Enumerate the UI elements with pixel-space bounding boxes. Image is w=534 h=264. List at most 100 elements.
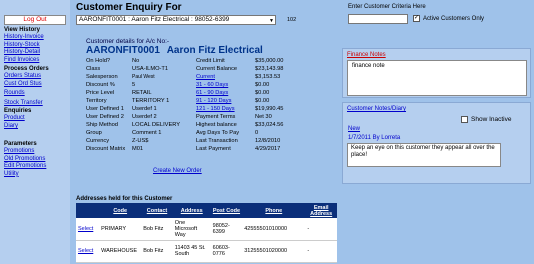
detail-label: Payment Terms bbox=[196, 114, 236, 120]
detail-value: 0 bbox=[255, 130, 259, 136]
nav-history-invoice[interactable]: History-Invoice bbox=[4, 34, 44, 41]
view-history-heading: View History bbox=[4, 27, 40, 33]
finance-notes-title[interactable]: Finance Notes bbox=[347, 52, 386, 58]
customer-select[interactable]: AARONFIT0001 : Aaron Fitz Electrical : 9… bbox=[76, 15, 276, 25]
nav-history-stock[interactable]: History-Stock bbox=[4, 42, 44, 49]
detail-value: $35,000.00 bbox=[255, 58, 284, 64]
sidebar: Log Out View History History-Invoice His… bbox=[0, 0, 70, 264]
detail-label: Discount % bbox=[86, 82, 115, 88]
aging-current-link[interactable]: Current bbox=[196, 74, 215, 80]
detail-value: $0.00 bbox=[255, 82, 270, 88]
nav-old-promotions[interactable]: Old Promotions bbox=[4, 156, 46, 163]
finance-notes-textarea[interactable]: finance note bbox=[347, 60, 527, 96]
aging-91-120-link[interactable]: 91 - 120 Days bbox=[196, 98, 231, 104]
detail-value: Net 30 bbox=[255, 114, 272, 120]
nav-diary[interactable]: Diary bbox=[4, 123, 31, 130]
detail-label: Credit Limit bbox=[196, 58, 225, 64]
detail-value: Paul West bbox=[132, 74, 155, 80]
nav-rounds[interactable]: Rounds bbox=[4, 90, 49, 97]
column-header[interactable]: Post Code bbox=[210, 203, 243, 218]
cell-email: - bbox=[305, 240, 337, 263]
detail-label: Territory bbox=[86, 98, 107, 104]
detail-label: Avg Days To Pay bbox=[196, 130, 240, 136]
page-title: Customer Enquiry For bbox=[76, 2, 182, 13]
detail-label: User Defined 2 bbox=[86, 114, 124, 120]
detail-value: TERRITORY 1 bbox=[132, 98, 170, 104]
cell-code: PRIMARY bbox=[99, 218, 142, 241]
detail-value: 5 bbox=[132, 82, 136, 88]
nav-utility[interactable]: Utility bbox=[4, 171, 46, 178]
active-only-label: Active Customers Only bbox=[423, 16, 485, 22]
detail-row: On Hold? bbox=[86, 58, 110, 64]
column-header[interactable]: Address bbox=[172, 203, 211, 218]
detail-value: LOCAL DELIVERY bbox=[132, 122, 181, 128]
aging-61-90-link[interactable]: 61 - 90 Days bbox=[196, 90, 228, 96]
detail-label: Currency bbox=[86, 138, 110, 144]
nav-edit-promotions[interactable]: Edit Promotions bbox=[4, 163, 46, 170]
detail-label: Highest balance bbox=[196, 122, 237, 128]
customer-notes-panel: Customer Notes/Diary Show Inactive New 1… bbox=[342, 102, 531, 184]
table-row: Select WAREHOUSE Bob Fitz 11403 45 St. S… bbox=[76, 240, 337, 263]
enquiries-group: Enquiries Product Diary bbox=[4, 108, 31, 130]
active-only-checkbox[interactable]: ✓ bbox=[413, 15, 420, 22]
detail-value: RETAIL bbox=[132, 90, 152, 96]
aging-31-60-link[interactable]: 31 - 60 Days bbox=[196, 82, 228, 88]
logout-button[interactable]: Log Out bbox=[4, 15, 66, 25]
nav-product[interactable]: Product bbox=[4, 115, 31, 122]
nav-find-invoices[interactable]: Find Invoices bbox=[4, 57, 44, 64]
cell-phone: 31255501020000 bbox=[242, 240, 306, 263]
process-orders-group: Process Orders Orders Status Cust Ord St… bbox=[4, 66, 49, 107]
detail-label: Salesperson bbox=[86, 74, 118, 80]
addresses-title: Addresses held for this Customer bbox=[76, 196, 173, 202]
detail-label: Current Balance bbox=[196, 66, 238, 72]
addresses-table: Code Contact Address Post Code Phone Ema… bbox=[76, 203, 337, 263]
cell-contact: Bob Fitz bbox=[141, 218, 173, 241]
nav-promotions[interactable]: Promotions bbox=[4, 148, 46, 155]
detail-value: $33,024.56 bbox=[255, 122, 284, 128]
finance-notes-panel: Finance Notes finance note bbox=[342, 48, 531, 98]
cell-address: One Microsoft Way bbox=[172, 218, 211, 241]
criteria-input[interactable] bbox=[348, 14, 408, 24]
customer-count: 102 bbox=[287, 17, 297, 23]
detail-label: Last Transaction bbox=[196, 138, 238, 144]
cell-email: - bbox=[305, 218, 337, 241]
detail-value: Userdef 1 bbox=[132, 106, 157, 112]
column-header[interactable]: Email Address bbox=[305, 203, 337, 218]
detail-value: Comment 1 bbox=[132, 130, 162, 136]
detail-value: $0.00 bbox=[255, 98, 270, 104]
detail-label: Group bbox=[86, 130, 102, 136]
nav-orders-status[interactable]: Orders Status bbox=[4, 73, 49, 80]
detail-label: Class bbox=[86, 66, 101, 72]
cell-post-code: 98052-6399 bbox=[210, 218, 243, 241]
column-header[interactable]: Contact bbox=[141, 203, 173, 218]
select-link[interactable]: Select bbox=[78, 226, 93, 232]
customer-heading: AARONFIT0001 Aaron Fitz Electrical bbox=[86, 45, 263, 56]
parameters-group: Parameters Promotions Old Promotions Edi… bbox=[4, 141, 46, 178]
note-textarea[interactable]: Keep an eye on this customer they appear… bbox=[347, 143, 501, 167]
nav-history-detail[interactable]: History-Detail bbox=[4, 49, 44, 56]
column-header[interactable]: Phone bbox=[242, 203, 306, 218]
customer-select-value: AARONFIT0001 : Aaron Fitz Electrical : 9… bbox=[79, 16, 230, 23]
customer-notes-title[interactable]: Customer Notes/Diary bbox=[347, 106, 406, 112]
cell-address: 11403 45 St. South bbox=[172, 240, 211, 263]
criteria-label: Enter Customer Criteria Here bbox=[348, 4, 426, 10]
create-order-link[interactable]: Create New Order bbox=[153, 168, 202, 174]
nav-stock-transfer[interactable]: Stock Transfer bbox=[4, 100, 49, 107]
new-note-link[interactable]: New bbox=[348, 126, 360, 132]
detail-label: Ship Method bbox=[86, 122, 118, 128]
show-inactive-checkbox[interactable] bbox=[461, 116, 468, 123]
aging-121-150-link[interactable]: 121 - 150 Days bbox=[196, 106, 235, 112]
detail-value: No bbox=[132, 58, 140, 64]
process-orders-heading: Process Orders bbox=[4, 66, 49, 72]
select-link[interactable]: Select bbox=[78, 248, 93, 254]
detail-label: Price Level bbox=[86, 90, 115, 96]
column-header bbox=[76, 203, 100, 218]
show-inactive-label: Show Inactive bbox=[471, 116, 512, 123]
customer-code: AARONFIT0001 bbox=[86, 45, 160, 56]
column-header[interactable]: Code bbox=[99, 203, 142, 218]
nav-cust-ord-stus[interactable]: Cust Ord Stus bbox=[4, 81, 49, 88]
detail-value: 4/29/2017 bbox=[255, 146, 281, 152]
details-label: Customer details for A/c No:- bbox=[86, 38, 170, 45]
detail-value: 12/8/2010 bbox=[255, 138, 281, 144]
chevron-down-icon[interactable]: ▼ bbox=[269, 17, 274, 25]
